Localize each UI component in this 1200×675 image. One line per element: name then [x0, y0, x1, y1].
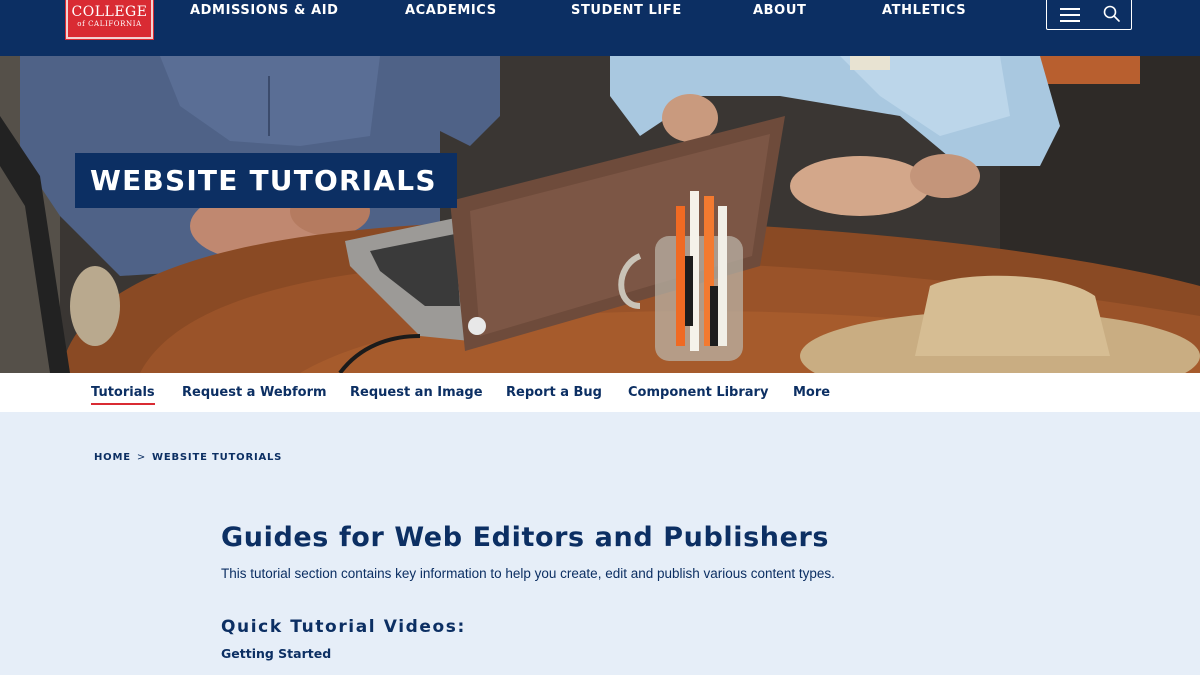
college-logo[interactable]: COLLEGE of CALIFORNIA — [65, 0, 154, 40]
breadcrumb: HOME > WEBSITE TUTORIALS — [94, 452, 282, 463]
search-icon[interactable] — [1102, 4, 1122, 24]
breadcrumb-home[interactable]: HOME — [94, 452, 131, 463]
nav-academics[interactable]: ACADEMICS — [405, 3, 497, 19]
hamburger-menu-icon[interactable] — [1060, 8, 1080, 22]
subnav-component-library[interactable]: Component Library — [628, 385, 768, 400]
subnav-request-image[interactable]: Request an Image — [350, 385, 483, 400]
subnav-more[interactable]: More — [793, 385, 830, 400]
page-title: Guides for Web Editors and Publishers — [221, 522, 830, 553]
nav-student-life[interactable]: STUDENT LIFE — [571, 3, 682, 19]
top-navigation-bar: COLLEGE of CALIFORNIA ADMISSIONS & AID A… — [0, 0, 1200, 56]
nav-about[interactable]: ABOUT — [753, 3, 806, 19]
section-heading-quick-videos: Quick Tutorial Videos: — [221, 617, 466, 637]
subnav-request-webform[interactable]: Request a Webform — [182, 385, 327, 400]
hero-banner: WEBSITE TUTORIALS — [0, 56, 1200, 373]
logo-subtitle: of CALIFORNIA — [77, 20, 142, 28]
hero-title-box: WEBSITE TUTORIALS — [75, 153, 457, 208]
menu-search-toolbox — [1046, 0, 1132, 30]
breadcrumb-current: WEBSITE TUTORIALS — [152, 452, 283, 463]
subsection-heading-getting-started: Getting Started — [221, 646, 332, 661]
subnav-report-bug[interactable]: Report a Bug — [506, 385, 602, 400]
hero-title: WEBSITE TUTORIALS — [90, 164, 437, 197]
logo-wordmark: COLLEGE — [71, 4, 148, 20]
hero-photo — [0, 56, 1200, 373]
subnav-tutorials[interactable]: Tutorials — [91, 385, 155, 405]
nav-athletics[interactable]: ATHLETICS — [882, 3, 966, 19]
intro-text: This tutorial section contains key infor… — [221, 566, 835, 581]
section-subnav: Tutorials Request a Webform Request an I… — [0, 373, 1200, 412]
nav-admissions-aid[interactable]: ADMISSIONS & AID — [190, 3, 339, 19]
breadcrumb-separator: > — [136, 452, 147, 463]
